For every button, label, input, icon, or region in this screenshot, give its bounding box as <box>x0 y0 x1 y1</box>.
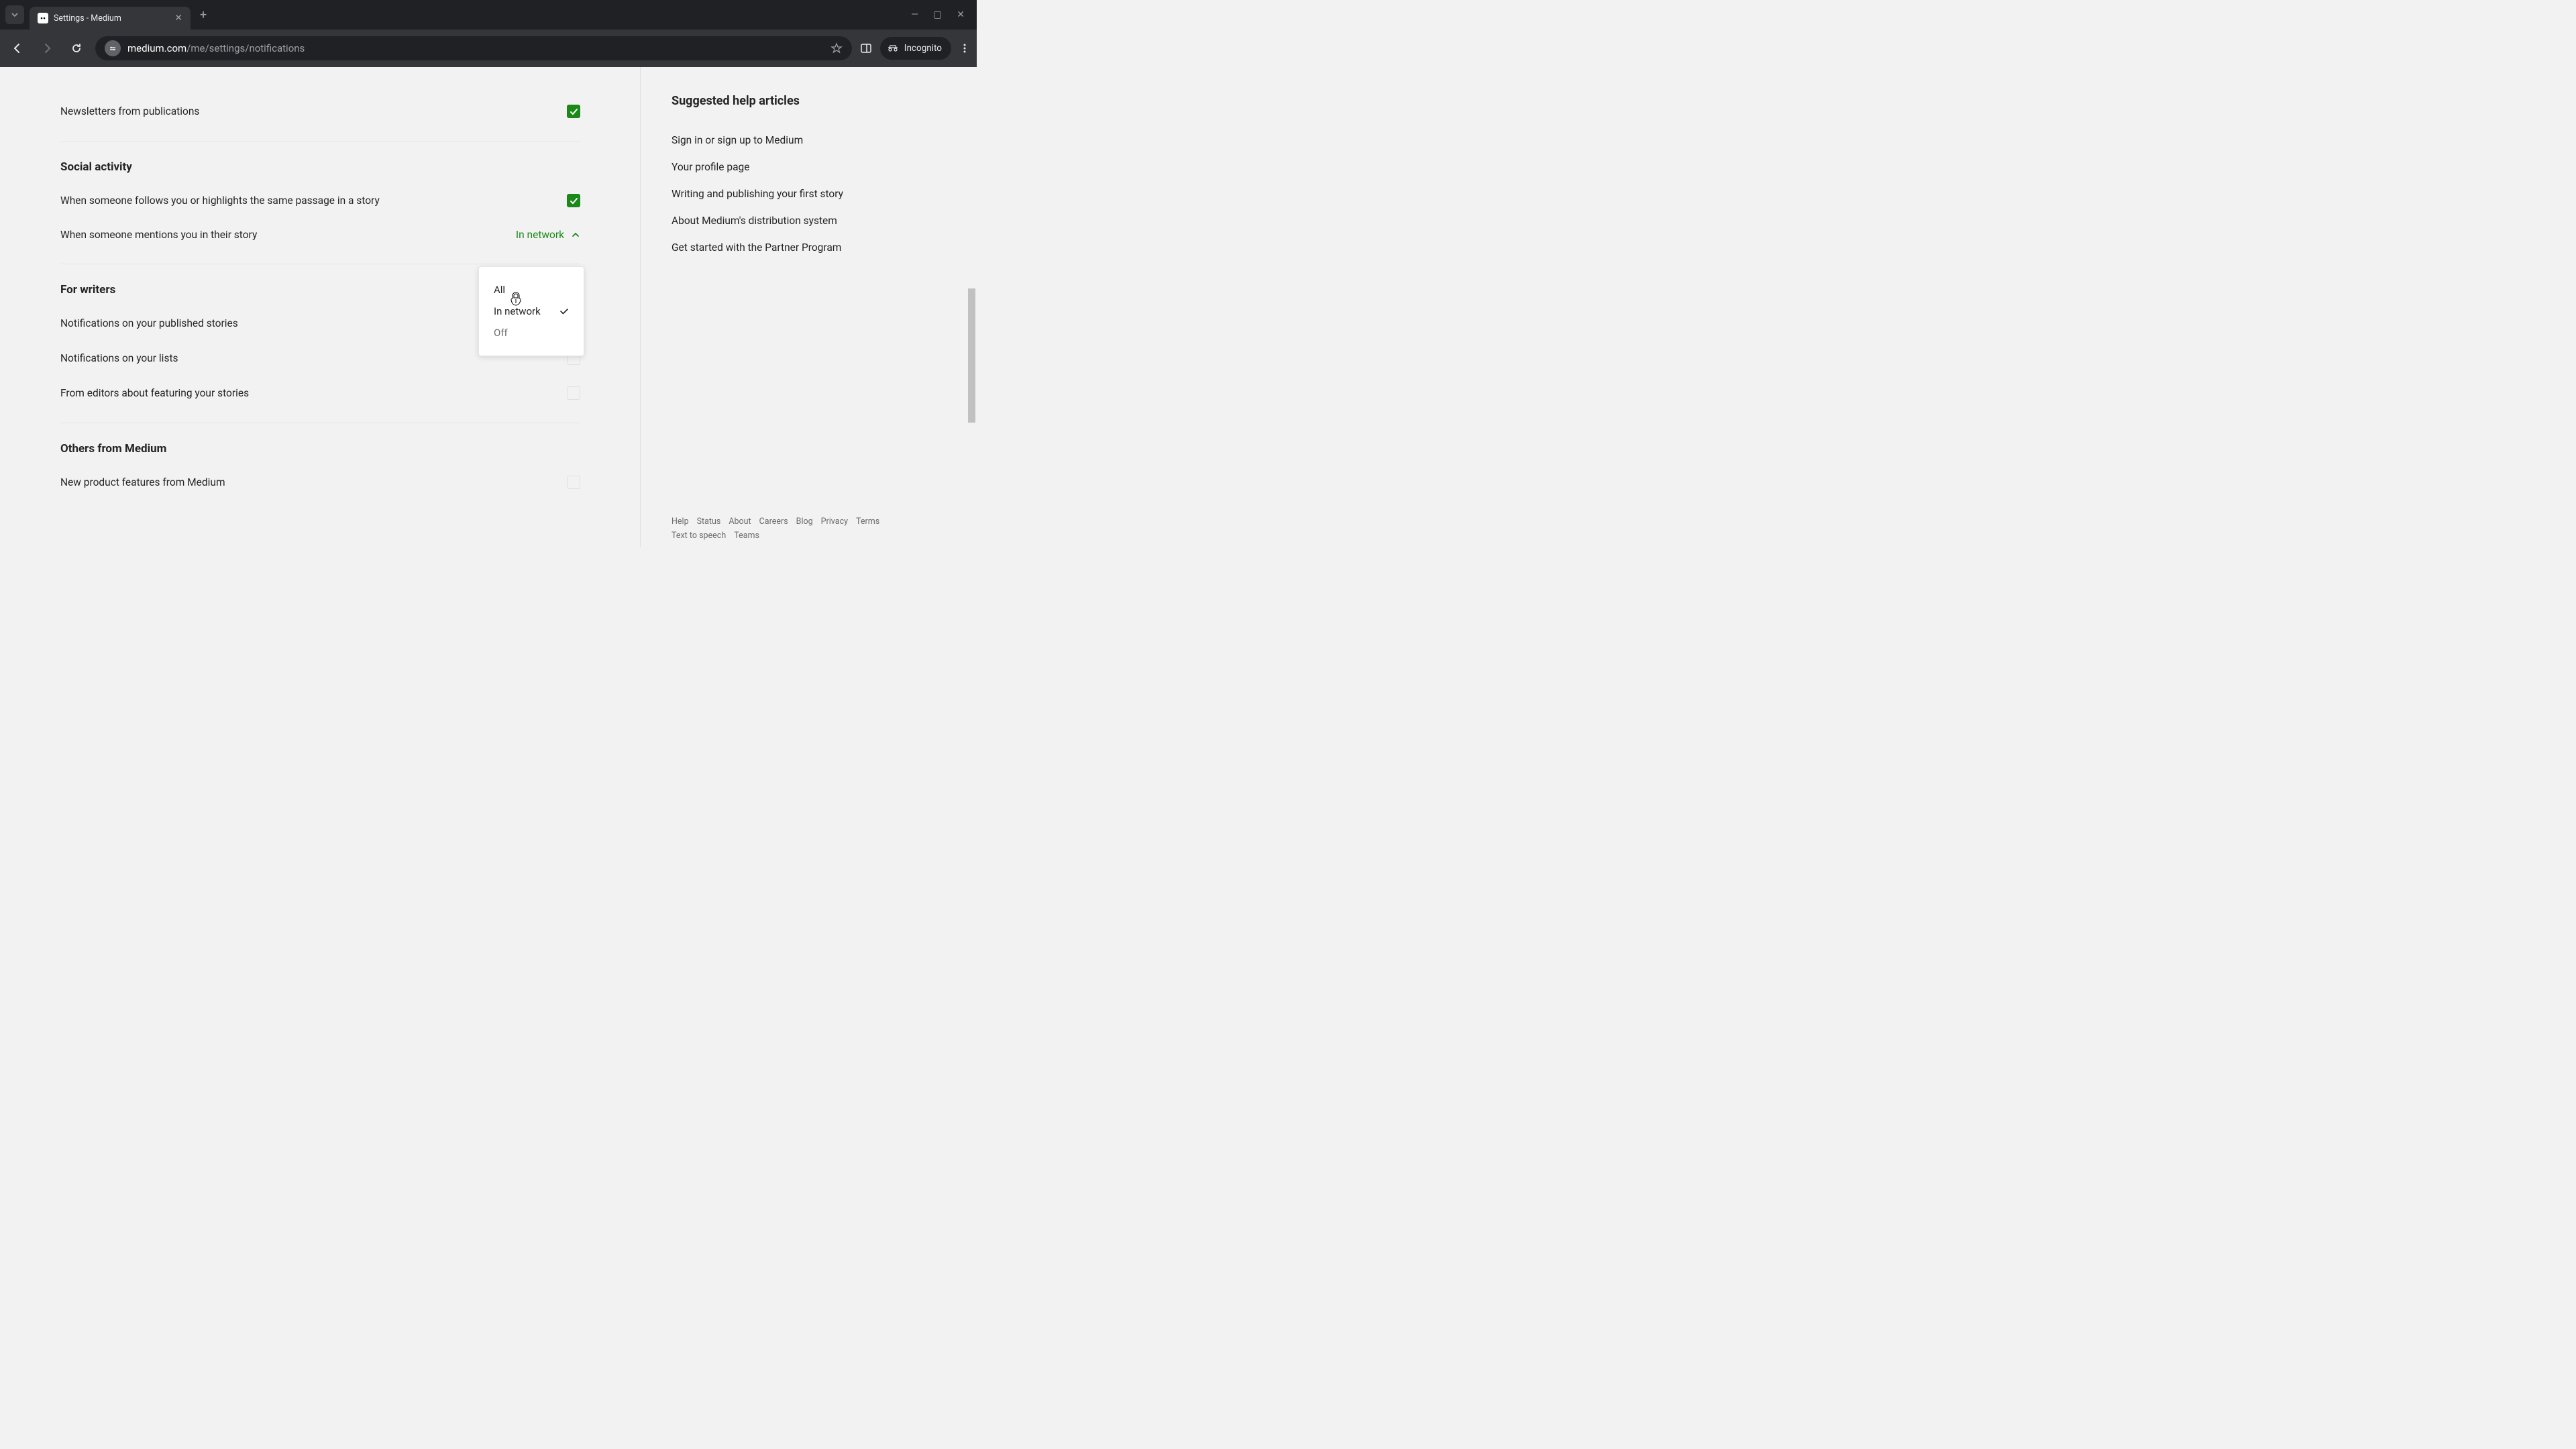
footer-careers[interactable]: Careers <box>759 517 788 527</box>
sidebar-heading: Suggested help articles <box>672 94 922 108</box>
chevron-up-icon <box>571 230 580 239</box>
minimize-button[interactable]: — <box>911 9 918 20</box>
scrollbar-thumb[interactable] <box>968 288 975 423</box>
setting-editors: From editors about featuring your storie… <box>60 376 580 411</box>
mentions-dropdown-menu: All In network Off <box>478 266 584 356</box>
settings-main: Newsletters from publications Social act… <box>0 67 641 547</box>
back-button[interactable] <box>7 38 28 59</box>
browser-menu-icon[interactable] <box>959 43 970 54</box>
browser-tab-strip: •• Settings - Medium ✕ + — ▢ ✕ <box>0 0 977 30</box>
setting-label: From editors about featuring your storie… <box>60 387 249 399</box>
section-social-heading: Social activity <box>60 160 580 174</box>
close-tab-icon[interactable]: ✕ <box>174 13 182 23</box>
address-bar[interactable]: medium.com/me/settings/notifications <box>95 36 852 60</box>
help-sidebar: Suggested help articles Sign in or sign … <box>641 67 949 547</box>
setting-newsletters: Newsletters from publications <box>60 94 580 129</box>
setting-follows: When someone follows you or highlights t… <box>60 183 580 218</box>
footer-about[interactable]: About <box>729 517 751 527</box>
window-controls: — ▢ ✕ <box>911 9 971 20</box>
help-link-writing[interactable]: Writing and publishing your first story <box>672 180 922 207</box>
check-icon <box>559 307 569 316</box>
bookmark-icon[interactable] <box>830 42 843 54</box>
site-info-icon[interactable] <box>105 40 121 56</box>
scrollbar[interactable] <box>967 67 977 547</box>
checkbox-follows[interactable] <box>567 194 580 207</box>
tab-title: Settings - Medium <box>54 13 169 23</box>
footer-terms[interactable]: Terms <box>856 517 879 527</box>
incognito-badge[interactable]: Incognito <box>880 37 951 60</box>
maximize-button[interactable]: ▢ <box>933 9 942 20</box>
setting-label: Notifications on your lists <box>60 352 178 364</box>
setting-label: When someone mentions you in their story <box>60 229 257 241</box>
close-window-button[interactable]: ✕ <box>957 9 965 20</box>
section-others-heading: Others from Medium <box>60 442 580 455</box>
footer-links: Help Status About Careers Blog Privacy T… <box>672 517 900 541</box>
setting-label: When someone follows you or highlights t… <box>60 195 380 207</box>
checkbox-newsletters[interactable] <box>567 105 580 118</box>
new-tab-button[interactable]: + <box>200 8 207 22</box>
dropdown-option-off[interactable]: Off <box>479 322 584 343</box>
checkbox-new-features[interactable] <box>567 476 580 489</box>
footer-privacy[interactable]: Privacy <box>821 517 848 527</box>
footer-blog[interactable]: Blog <box>796 517 813 527</box>
help-link-profile[interactable]: Your profile page <box>672 154 922 180</box>
footer-help[interactable]: Help <box>672 517 689 527</box>
incognito-icon <box>887 44 899 53</box>
forward-button[interactable] <box>36 38 58 59</box>
mentions-dropdown-trigger[interactable]: In network <box>516 229 580 241</box>
dropdown-option-all[interactable]: All <box>479 279 584 301</box>
dropdown-option-in-network[interactable]: In network <box>479 301 584 322</box>
setting-label: New product features from Medium <box>60 476 225 488</box>
setting-label: Newsletters from publications <box>60 105 199 117</box>
reload-button[interactable] <box>66 38 87 59</box>
help-link-distribution[interactable]: About Medium's distribution system <box>672 207 922 234</box>
favicon-icon: •• <box>38 13 48 23</box>
setting-mentions: When someone mentions you in their story… <box>60 218 580 252</box>
help-link-partner[interactable]: Get started with the Partner Program <box>672 234 922 261</box>
footer-status[interactable]: Status <box>697 517 721 527</box>
browser-tab[interactable]: •• Settings - Medium ✕ <box>30 7 191 30</box>
browser-toolbar: medium.com/me/settings/notifications Inc… <box>0 30 977 67</box>
help-link-signin[interactable]: Sign in or sign up to Medium <box>672 127 922 154</box>
tab-search-button[interactable] <box>5 5 24 24</box>
side-panel-icon[interactable] <box>860 42 872 54</box>
setting-new-features: New product features from Medium <box>60 465 580 500</box>
footer-tts[interactable]: Text to speech <box>672 531 726 541</box>
url-text: medium.com/me/settings/notifications <box>127 42 305 54</box>
divider <box>60 141 580 142</box>
checkbox-editors[interactable] <box>567 386 580 400</box>
footer-teams[interactable]: Teams <box>734 531 759 541</box>
page-content: Newsletters from publications Social act… <box>0 67 977 547</box>
setting-label: Notifications on your published stories <box>60 317 238 329</box>
